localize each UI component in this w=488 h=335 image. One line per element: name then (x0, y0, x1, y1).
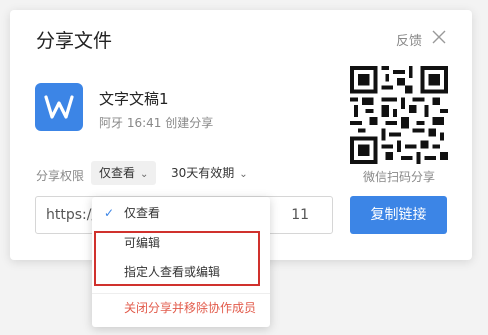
dropdown-item-specified-people[interactable]: 指定人查看或编辑 (92, 258, 270, 286)
dialog-title: 分享文件 (36, 30, 113, 52)
validity-value: 30天有效期 (171, 166, 235, 180)
dropdown-item-label: 仅查看 (124, 206, 161, 220)
dropdown-item-view-only[interactable]: ✓ 仅查看 (92, 199, 270, 227)
permission-dropdown: ✓ 仅查看 可编辑 指定人查看或编辑 关闭分享并移除协作成员 (92, 197, 270, 327)
close-icon[interactable] (430, 28, 448, 46)
validity-select[interactable]: 30天有效期 ⌄ (167, 161, 252, 185)
document-meta: 阿牙 16:41 创建分享 (99, 116, 214, 130)
qr-code (350, 66, 448, 164)
dropdown-item-label: 可编辑 (124, 236, 161, 250)
check-icon: ✓ (104, 206, 115, 220)
dropdown-item-label: 关闭分享并移除协作成员 (124, 301, 257, 315)
dropdown-item-label: 指定人查看或编辑 (124, 265, 221, 279)
dropdown-item-editable[interactable]: 可编辑 (92, 229, 270, 257)
document-name: 文字文稿1 (99, 90, 169, 108)
chevron-down-icon: ⌄ (239, 169, 248, 180)
permission-value: 仅查看 (99, 166, 136, 180)
chevron-down-icon: ⌄ (140, 169, 149, 180)
permission-select[interactable]: 仅查看 ⌄ (91, 161, 157, 185)
qr-label: 微信扫码分享 (362, 170, 435, 184)
permission-label: 分享权限 (36, 169, 85, 183)
copy-link-button[interactable]: 复制链接 (350, 196, 447, 234)
link-suffix: 11 (291, 207, 310, 223)
wps-writer-icon (35, 83, 83, 131)
feedback-link[interactable]: 反馈 (396, 30, 422, 49)
dropdown-item-close-share[interactable]: 关闭分享并移除协作成员 (92, 294, 270, 322)
link-prefix: https:// (46, 207, 97, 223)
